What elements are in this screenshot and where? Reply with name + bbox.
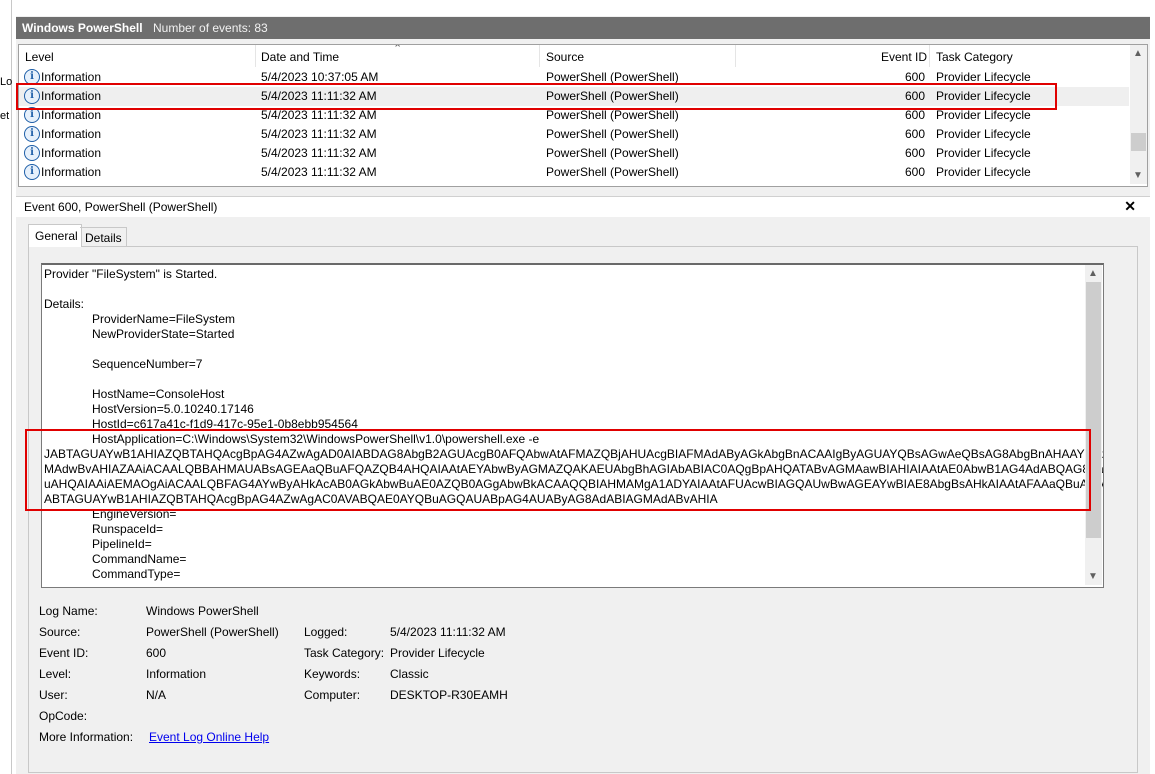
row-source: PowerShell (PowerShell) bbox=[546, 70, 679, 84]
event-list-header: Level Date and Time ⌃ Source Event ID Ta… bbox=[19, 45, 1129, 67]
opcode-label: OpCode: bbox=[39, 709, 88, 723]
row-datetime: 5/4/2023 11:11:32 AM bbox=[261, 127, 377, 141]
column-level[interactable]: Level bbox=[25, 50, 54, 64]
row-datetime: 5/4/2023 11:11:32 AM bbox=[261, 165, 377, 179]
tab-details[interactable]: Details bbox=[80, 227, 127, 247]
column-date-time[interactable]: Date and Time bbox=[261, 50, 339, 64]
scroll-up-icon[interactable]: ▲ bbox=[1133, 48, 1143, 59]
description-line: HostVersion=5.0.10240.17146 bbox=[92, 402, 254, 416]
level-value: Information bbox=[146, 667, 207, 681]
tab-details-label: Details bbox=[85, 231, 122, 245]
row-event-id: 600 bbox=[905, 127, 926, 141]
task-category-value: Provider Lifecycle bbox=[390, 646, 485, 660]
tab-general[interactable]: General bbox=[28, 224, 82, 247]
top-spacer bbox=[12, 0, 1155, 16]
scroll-down-icon[interactable]: ▼ bbox=[1133, 170, 1143, 181]
log-name-value: Windows PowerShell bbox=[146, 604, 259, 618]
information-icon: i bbox=[24, 164, 40, 180]
row-source: PowerShell (PowerShell) bbox=[546, 165, 679, 179]
description-line: Provider "FileSystem" is Started. bbox=[44, 267, 218, 281]
row-level: Information bbox=[41, 108, 102, 122]
event-list-scrollbar[interactable]: ▲ ▼ bbox=[1130, 45, 1147, 184]
source-label: Source: bbox=[39, 625, 81, 639]
scroll-thumb[interactable] bbox=[1131, 133, 1146, 151]
left-panel-fragment: Lo bbox=[0, 76, 13, 88]
description-line: CommandType= bbox=[92, 567, 181, 581]
sort-asc-icon: ⌃ bbox=[393, 44, 403, 55]
row-level: Information bbox=[41, 146, 102, 160]
row-level: Information bbox=[41, 127, 102, 141]
row-source: PowerShell (PowerShell) bbox=[546, 108, 679, 122]
highlight-box-host-application bbox=[25, 429, 1091, 511]
highlight-box-selected-row bbox=[16, 83, 1057, 110]
log-name-label: Log Name: bbox=[39, 604, 98, 618]
column-task-category[interactable]: Task Category bbox=[936, 50, 1013, 64]
log-title: Windows PowerShell bbox=[22, 21, 143, 35]
logged-label: Logged: bbox=[304, 625, 348, 639]
row-task-category: Provider Lifecycle bbox=[936, 108, 1031, 122]
left-panel-fragment: et bbox=[0, 110, 10, 122]
user-value: N/A bbox=[146, 688, 167, 702]
column-source[interactable]: Source bbox=[546, 50, 584, 64]
event-count: Number of events: 83 bbox=[153, 21, 268, 35]
row-event-id: 600 bbox=[905, 108, 926, 122]
row-source: PowerShell (PowerShell) bbox=[546, 127, 679, 141]
description-line: CommandName= bbox=[92, 552, 187, 566]
left-panel-edge: Lo et bbox=[0, 0, 12, 774]
event-id-value: 600 bbox=[146, 646, 167, 660]
user-label: User: bbox=[39, 688, 68, 702]
description-scrollbar[interactable]: ▲ ▼ bbox=[1085, 265, 1102, 585]
row-level: Information bbox=[41, 165, 102, 179]
level-label: Level: bbox=[39, 667, 72, 681]
description-line: NewProviderState=Started bbox=[92, 327, 235, 341]
table-row[interactable]: i Information 5/4/2023 11:11:32 AM Power… bbox=[19, 125, 1129, 144]
description-line: PipelineId= bbox=[92, 537, 152, 551]
row-datetime: 5/4/2023 11:11:32 AM bbox=[261, 108, 377, 122]
row-datetime: 5/4/2023 10:37:05 AM bbox=[261, 70, 379, 84]
information-icon: i bbox=[24, 126, 40, 142]
log-title-bar: Windows PowerShell Number of events: 83 bbox=[16, 17, 1150, 39]
description-line: RunspaceId= bbox=[92, 522, 164, 536]
row-task-category: Provider Lifecycle bbox=[936, 70, 1031, 84]
row-level: Information bbox=[41, 70, 102, 84]
row-event-id: 600 bbox=[905, 165, 926, 179]
column-event-id[interactable]: Event ID bbox=[881, 50, 927, 64]
table-row[interactable]: i Information 5/4/2023 11:11:32 AM Power… bbox=[19, 144, 1129, 163]
tab-general-label: General bbox=[35, 229, 78, 243]
event-id-label: Event ID: bbox=[39, 646, 89, 660]
row-task-category: Provider Lifecycle bbox=[936, 165, 1031, 179]
description-line: Details: bbox=[44, 297, 85, 311]
row-source: PowerShell (PowerShell) bbox=[546, 146, 679, 160]
information-icon: i bbox=[24, 145, 40, 161]
keywords-value: Classic bbox=[390, 667, 429, 681]
keywords-label: Keywords: bbox=[304, 667, 361, 681]
row-datetime: 5/4/2023 11:11:32 AM bbox=[261, 146, 377, 160]
row-event-id: 600 bbox=[905, 70, 926, 84]
close-icon[interactable]: ✕ bbox=[1124, 198, 1136, 215]
more-info-label: More Information: bbox=[39, 730, 134, 744]
row-task-category: Provider Lifecycle bbox=[936, 127, 1031, 141]
description-line: SequenceNumber=7 bbox=[92, 357, 203, 371]
event-detail-title: Event 600, PowerShell (PowerShell) bbox=[24, 200, 218, 214]
source-value: PowerShell (PowerShell) bbox=[146, 625, 279, 639]
scroll-up-icon[interactable]: ▲ bbox=[1088, 268, 1098, 279]
row-event-id: 600 bbox=[905, 146, 926, 160]
event-detail-header: Event 600, PowerShell (PowerShell) ✕ bbox=[16, 196, 1150, 217]
task-category-label: Task Category: bbox=[304, 646, 385, 660]
description-line: ProviderName=FileSystem bbox=[92, 312, 236, 326]
computer-value: DESKTOP-R30EAMH bbox=[390, 688, 508, 702]
event-description-text[interactable]: Provider "FileSystem" is Started. Detail… bbox=[41, 263, 1104, 588]
scroll-down-icon[interactable]: ▼ bbox=[1088, 571, 1098, 582]
computer-label: Computer: bbox=[304, 688, 361, 702]
table-row[interactable]: i Information 5/4/2023 11:11:32 AM Power… bbox=[19, 163, 1129, 182]
event-log-help-link[interactable]: Event Log Online Help bbox=[149, 730, 269, 744]
row-task-category: Provider Lifecycle bbox=[936, 146, 1031, 160]
description-line: HostName=ConsoleHost bbox=[92, 387, 225, 401]
event-list[interactable]: Level Date and Time ⌃ Source Event ID Ta… bbox=[18, 44, 1148, 187]
logged-value: 5/4/2023 11:11:32 AM bbox=[390, 625, 506, 639]
